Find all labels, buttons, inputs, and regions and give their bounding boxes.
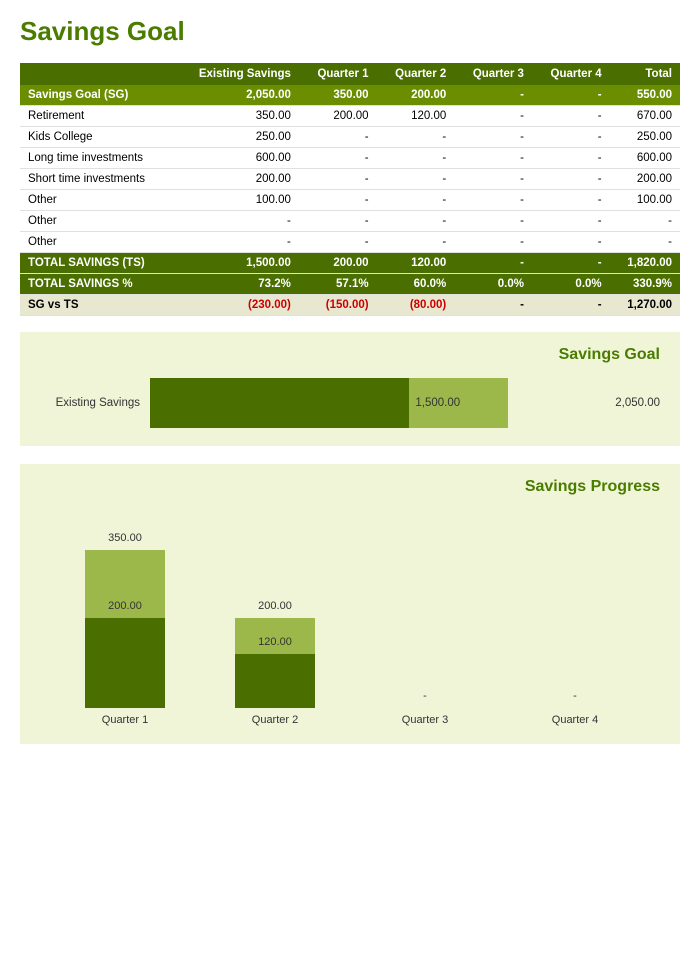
goal-top-label: 200.00 bbox=[258, 600, 292, 612]
goal-bar: 350.00200.00 bbox=[85, 550, 165, 708]
bar-quarter-label: Quarter 1 bbox=[102, 714, 148, 726]
bar-dash-label: - bbox=[423, 690, 427, 702]
table-row-sg: Savings Goal (SG) 2,050.00 350.00 200.00… bbox=[20, 85, 680, 106]
actual-top-label: 200.00 bbox=[108, 600, 142, 612]
bar-group-q4: - Quarter 4 bbox=[515, 528, 635, 726]
goal-top-label: 350.00 bbox=[108, 532, 142, 544]
table-row: Retirement 350.00 200.00 120.00 - - 670.… bbox=[20, 106, 680, 127]
actual-bar: 200.00 bbox=[85, 618, 165, 708]
table-row: Other 100.00 - - - - 100.00 bbox=[20, 190, 680, 211]
sg-q2: 200.00 bbox=[377, 85, 455, 106]
bar-quarter-label: Quarter 4 bbox=[552, 714, 598, 726]
page-title: Savings Goal bbox=[20, 16, 680, 47]
row-label: Short time investments bbox=[20, 169, 174, 190]
row-label: Long time investments bbox=[20, 148, 174, 169]
table-row: Other - - - - - - bbox=[20, 211, 680, 232]
goal-bar-label: Existing Savings bbox=[40, 397, 140, 409]
bar-dash-label: - bbox=[573, 690, 577, 702]
goal-bar: 200.00120.00 bbox=[235, 618, 315, 708]
bar-quarter-label: Quarter 3 bbox=[402, 714, 448, 726]
progress-bar-chart: 350.00200.00Quarter 1200.00120.00Quarter… bbox=[40, 526, 660, 726]
sg-total: 550.00 bbox=[610, 85, 680, 106]
row-label: Other bbox=[20, 211, 174, 232]
col-header-total: Total bbox=[610, 63, 680, 85]
progress-chart-title: Savings Progress bbox=[40, 478, 660, 496]
totals-label: TOTAL SAVINGS (TS) bbox=[20, 253, 174, 274]
sg-q4: - bbox=[532, 85, 610, 106]
table-row-vs: SG vs TS (230.00) (150.00) (80.00) - - 1… bbox=[20, 295, 680, 316]
goal-bar-light: 1,500.00 bbox=[409, 378, 507, 428]
col-header-existing: Existing Savings bbox=[174, 63, 299, 85]
table-row: Short time investments 200.00 - - - - 20… bbox=[20, 169, 680, 190]
col-header-q1: Quarter 1 bbox=[299, 63, 377, 85]
vs-label: SG vs TS bbox=[20, 295, 174, 316]
goal-bar-end-value: 2,050.00 bbox=[615, 397, 660, 409]
col-header-q3: Quarter 3 bbox=[454, 63, 532, 85]
goal-chart-section: Savings Goal Existing Savings 1,500.00 2… bbox=[20, 332, 680, 446]
col-header-q4: Quarter 4 bbox=[532, 63, 610, 85]
table-row-totals: TOTAL SAVINGS (TS) 1,500.00 200.00 120.0… bbox=[20, 253, 680, 274]
bar-group-q1: 350.00200.00Quarter 1 bbox=[65, 528, 185, 726]
table-row: Long time investments 600.00 - - - - 600… bbox=[20, 148, 680, 169]
progress-chart-section: Savings Progress 350.00200.00Quarter 120… bbox=[20, 464, 680, 744]
row-label: Other bbox=[20, 232, 174, 253]
col-header-name bbox=[20, 63, 174, 85]
actual-top-label: 120.00 bbox=[258, 636, 292, 648]
goal-chart-title: Savings Goal bbox=[40, 346, 660, 364]
sg-q1: 350.00 bbox=[299, 85, 377, 106]
goal-bar-dark bbox=[150, 378, 409, 428]
row-label: Retirement bbox=[20, 106, 174, 127]
goal-bar-track: 1,500.00 bbox=[150, 378, 597, 428]
table-row: Other - - - - - - bbox=[20, 232, 680, 253]
savings-table: Existing Savings Quarter 1 Quarter 2 Qua… bbox=[20, 63, 680, 316]
bar-group-q2: 200.00120.00Quarter 2 bbox=[215, 528, 335, 726]
goal-bar-dark-value: 1,500.00 bbox=[415, 397, 460, 409]
actual-bar: 120.00 bbox=[235, 654, 315, 708]
table-row-pct: TOTAL SAVINGS % 73.2% 57.1% 60.0% 0.0% 0… bbox=[20, 274, 680, 295]
sg-q3: - bbox=[454, 85, 532, 106]
bar-quarter-label: Quarter 2 bbox=[252, 714, 298, 726]
row-label: Other bbox=[20, 190, 174, 211]
col-header-q2: Quarter 2 bbox=[377, 63, 455, 85]
sg-label: Savings Goal (SG) bbox=[20, 85, 174, 106]
row-label: Kids College bbox=[20, 127, 174, 148]
goal-bar-chart: Existing Savings 1,500.00 2,050.00 bbox=[40, 378, 660, 428]
bar-group-q3: - Quarter 3 bbox=[365, 528, 485, 726]
pct-label: TOTAL SAVINGS % bbox=[20, 274, 174, 295]
table-row: Kids College 250.00 - - - - 250.00 bbox=[20, 127, 680, 148]
sg-existing: 2,050.00 bbox=[174, 85, 299, 106]
